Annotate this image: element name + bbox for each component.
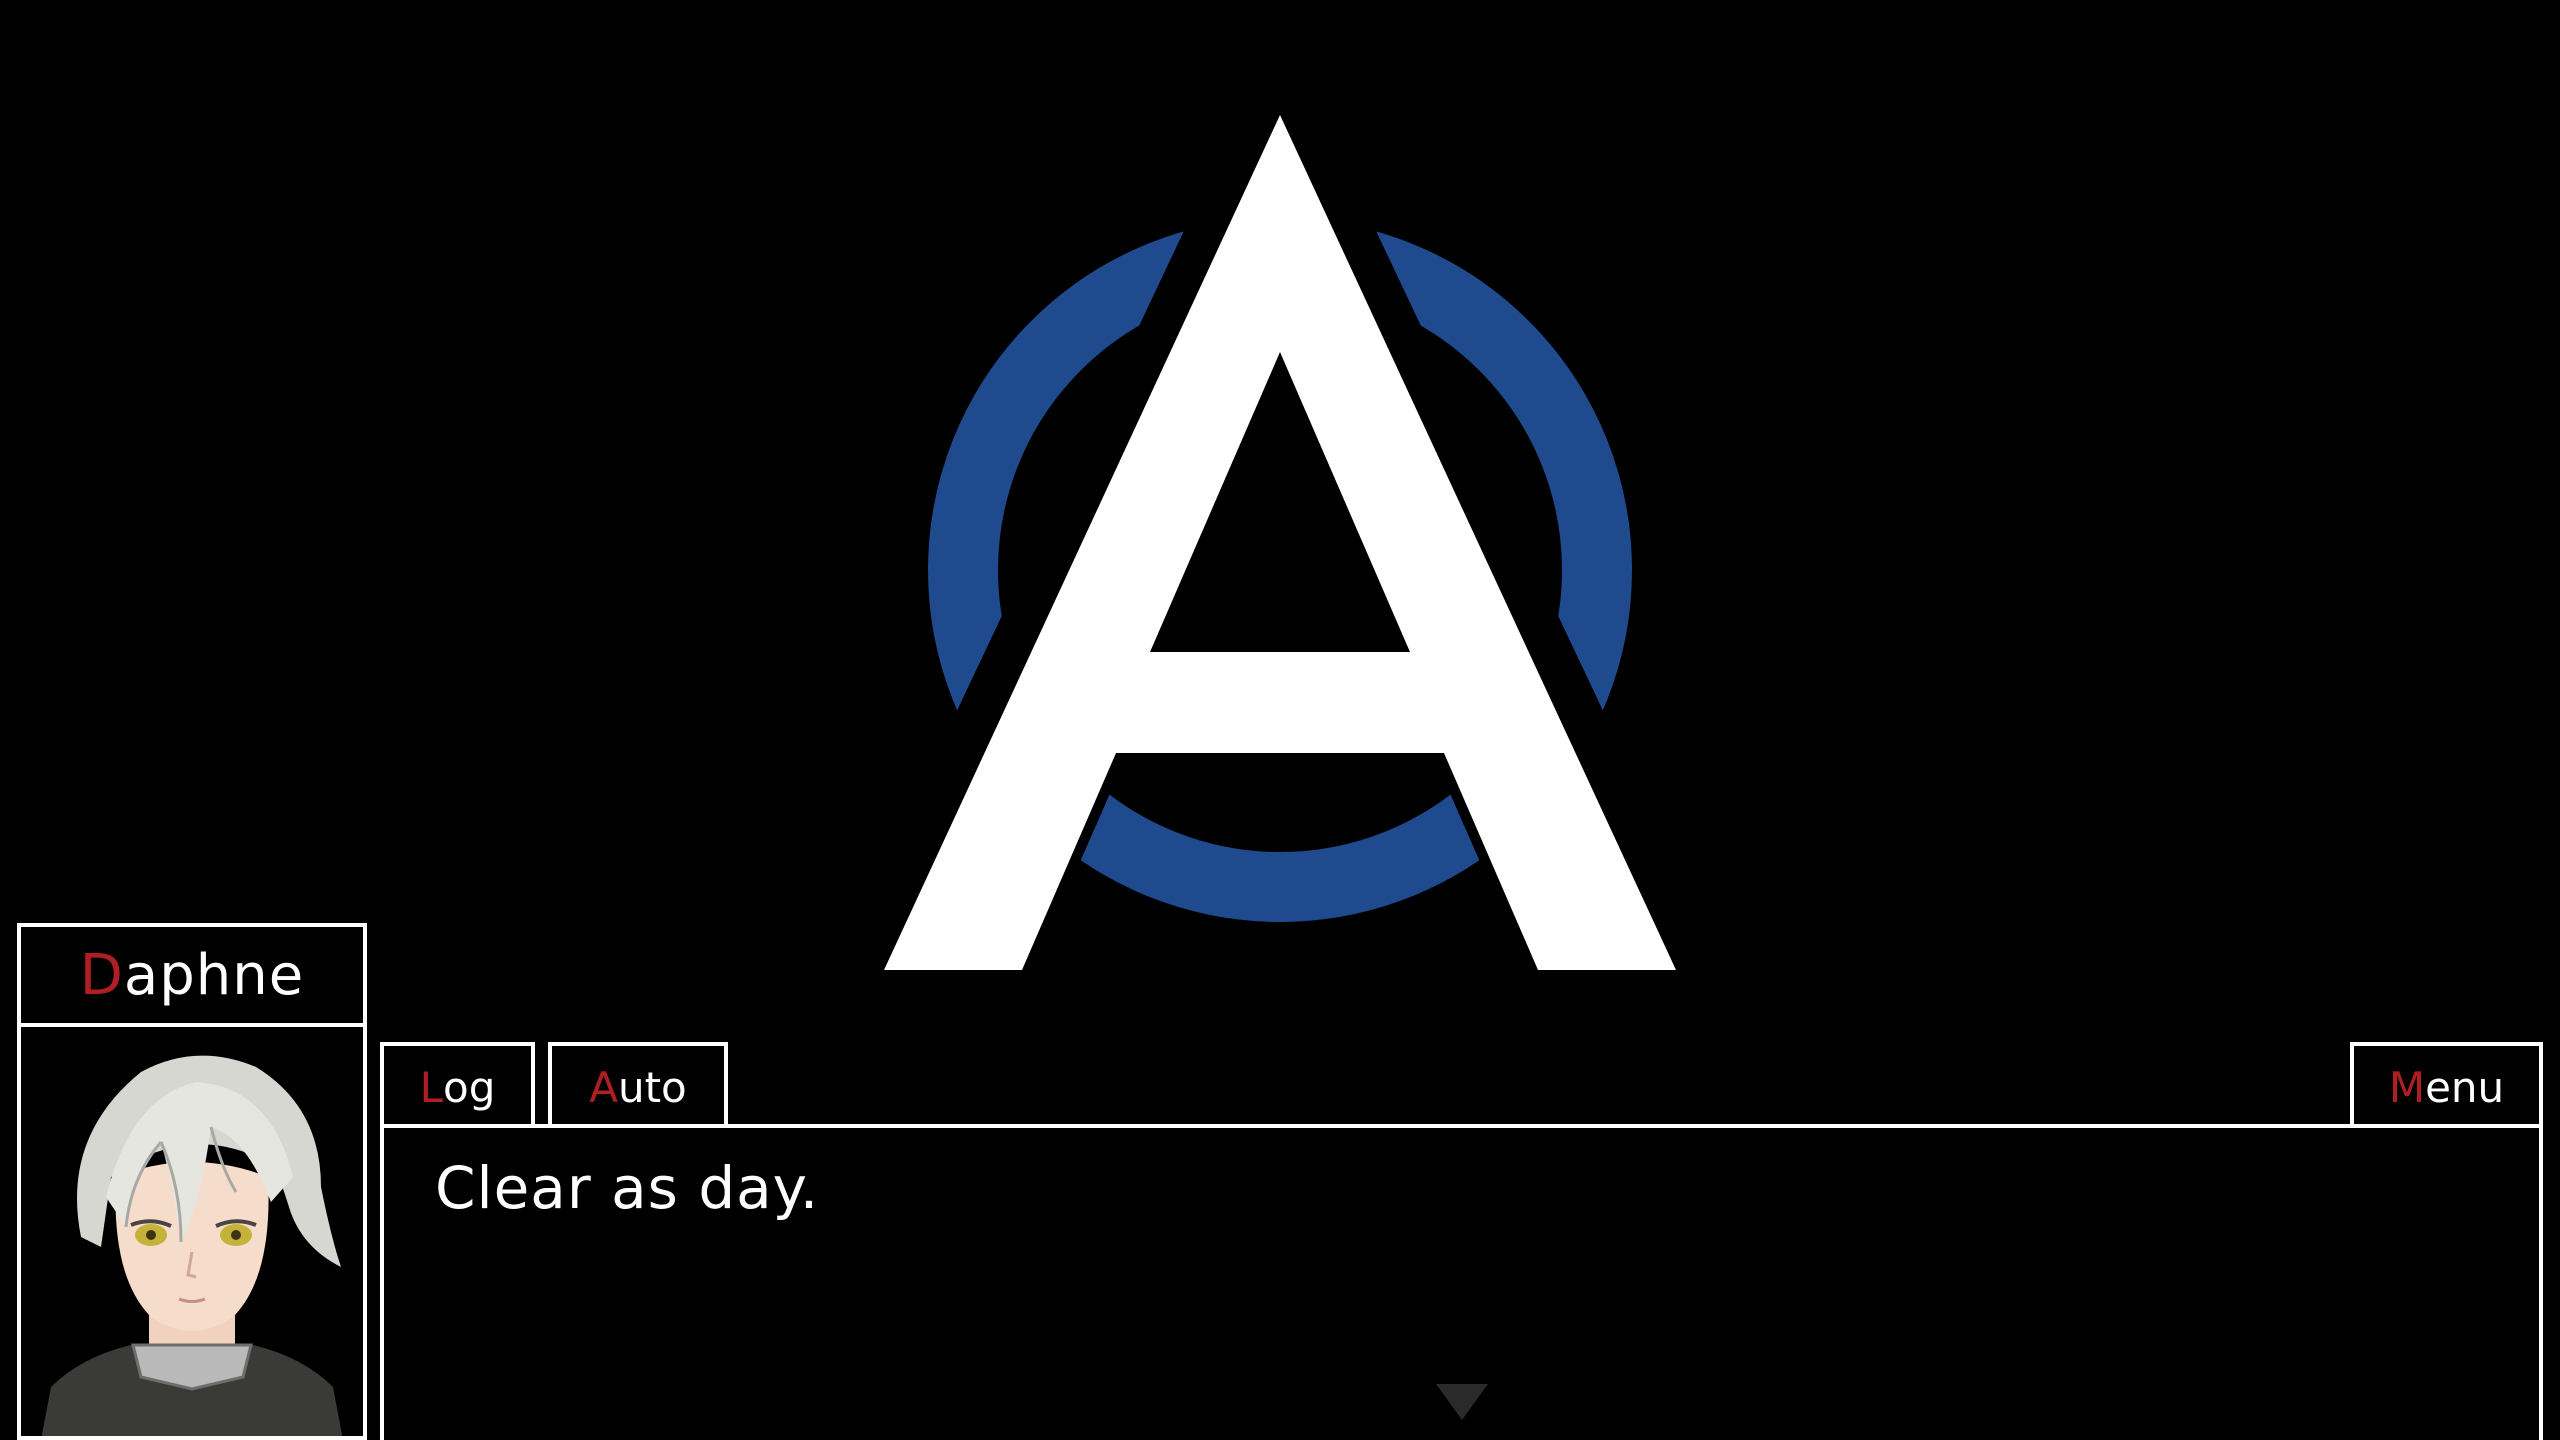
auto-button[interactable]: Auto [548,1042,728,1128]
speaker-name-initial: D [79,942,124,1008]
menu-button[interactable]: Menu [2350,1042,2543,1128]
log-button-initial: L [419,1062,444,1112]
log-button-rest: og [443,1062,496,1112]
character-portrait [17,1023,367,1440]
auto-button-rest: uto [617,1062,687,1112]
speaker-name-rest: aphne [123,942,305,1008]
log-button[interactable]: Log [380,1042,535,1128]
speaker-name-plate: Daphne [17,923,367,1027]
a-ring-logo [820,27,1740,1000]
auto-button-initial: A [589,1062,618,1112]
menu-button-rest: enu [2425,1062,2505,1112]
game-screen: Daphne L og A uto M enu Clear as day. [0,0,2560,1440]
logo-letter-a-fill [884,115,1676,970]
advance-arrow-icon [1436,1384,1488,1420]
menu-button-initial: M [2388,1062,2426,1112]
daphne-portrait-image [41,1055,343,1436]
dialogue-text: Clear as day. [435,1154,820,1222]
dialogue-box[interactable]: Clear as day. [380,1124,2543,1440]
